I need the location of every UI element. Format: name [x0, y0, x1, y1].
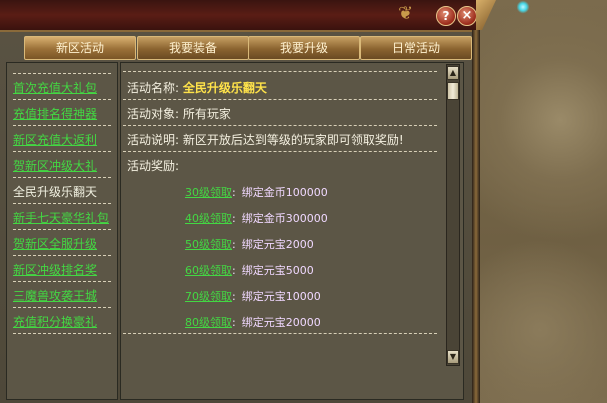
- reward-desc: 绑定元宝10000: [241, 290, 321, 303]
- reward-desc: 绑定金币100000: [241, 186, 328, 199]
- ornament-icon: ❦: [398, 3, 414, 24]
- window-frame-border: [472, 30, 480, 403]
- activity-desc-row: 活动说明: 新区开放后达到等级的玩家即可领取奖励!: [127, 131, 404, 148]
- claim-link[interactable]: 70级领取: [185, 290, 232, 303]
- list-item[interactable]: 新区充值大返利: [13, 129, 113, 151]
- activity-name-label: 活动名称:: [127, 81, 180, 95]
- reward-row: 40级领取: 绑定金币300000: [185, 212, 328, 225]
- list-item[interactable]: 新区冲级排名奖: [13, 259, 113, 281]
- list-item[interactable]: 新手七天豪华礼包: [13, 207, 113, 229]
- scroll-up-button[interactable]: ▲: [447, 66, 459, 80]
- divider: [13, 307, 111, 308]
- claim-link[interactable]: 50级领取: [185, 238, 232, 251]
- help-button[interactable]: ?: [436, 6, 456, 26]
- activity-target-value: 所有玩家: [182, 107, 231, 121]
- divider: [123, 71, 437, 72]
- claim-link[interactable]: 40级领取: [185, 212, 232, 225]
- reward-row: 30级领取: 绑定金币100000: [185, 186, 328, 199]
- divider: [123, 125, 437, 126]
- list-item[interactable]: 首次充值大礼包: [13, 77, 113, 99]
- divider: [13, 73, 111, 74]
- divider: [13, 99, 111, 100]
- reward-desc: 绑定元宝2000: [241, 238, 314, 251]
- reward-row: 70级领取: 绑定元宝10000: [185, 290, 321, 303]
- sparkle-effect: [517, 0, 529, 14]
- activity-window: ❦ ? × 新区活动 我要装备 我要升级 日常活动 首次充值大礼包 充值排名得神…: [0, 0, 496, 403]
- claim-link[interactable]: 80级领取: [185, 316, 232, 329]
- reward-row: 50级领取: 绑定元宝2000: [185, 238, 314, 251]
- tab-get-equipment[interactable]: 我要装备: [137, 36, 249, 60]
- divider: [123, 151, 437, 152]
- activity-desc-value: 新区开放后达到等级的玩家即可领取奖励!: [182, 133, 404, 147]
- close-button[interactable]: ×: [457, 6, 477, 26]
- list-item[interactable]: 贺新区冲级大礼: [13, 155, 113, 177]
- divider: [13, 255, 111, 256]
- divider: [123, 333, 437, 334]
- activity-target-row: 活动对象: 所有玩家: [127, 105, 231, 122]
- scrollbar-track[interactable]: [446, 64, 460, 366]
- scrollbar-thumb[interactable]: [447, 82, 459, 100]
- divider: [123, 99, 437, 100]
- list-item[interactable]: 充值积分换豪礼: [13, 311, 113, 333]
- divider: [13, 151, 111, 152]
- list-item[interactable]: 贺新区全服升级: [13, 233, 113, 255]
- divider: [13, 125, 111, 126]
- reward-desc: 绑定元宝5000: [241, 264, 314, 277]
- list-item[interactable]: 充值排名得神器: [13, 103, 113, 125]
- scroll-down-button[interactable]: ▼: [447, 350, 459, 364]
- list-item-selected[interactable]: 全民升级乐翻天: [13, 181, 113, 203]
- reward-row: 80级领取: 绑定元宝20000: [185, 316, 321, 329]
- activity-reward-label: 活动奖励:: [127, 159, 180, 173]
- activity-detail-panel: 活动名称: 全民升级乐翻天 活动对象: 所有玩家 活动说明: 新区开放后达到等级…: [120, 62, 464, 400]
- divider: [13, 203, 111, 204]
- claim-link[interactable]: 60级领取: [185, 264, 232, 277]
- activity-name-value: 全民升级乐翻天: [182, 81, 267, 95]
- list-item[interactable]: 三魔兽攻袭王城: [13, 285, 113, 307]
- reward-desc: 绑定元宝20000: [241, 316, 321, 329]
- window-titlebar[interactable]: ❦ ? ×: [0, 0, 480, 32]
- reward-row: 60级领取: 绑定元宝5000: [185, 264, 314, 277]
- tab-daily-events[interactable]: 日常活动: [360, 36, 472, 60]
- activity-desc-label: 活动说明:: [127, 133, 180, 147]
- divider: [13, 281, 111, 282]
- activity-name-row: 活动名称: 全民升级乐翻天: [127, 79, 267, 96]
- divider: [13, 333, 111, 334]
- divider: [13, 229, 111, 230]
- claim-link[interactable]: 30级领取: [185, 186, 232, 199]
- activity-list: 首次充值大礼包 充值排名得神器 新区充值大返利 贺新区冲级大礼 全民升级乐翻天 …: [6, 62, 118, 400]
- tab-level-up[interactable]: 我要升级: [248, 36, 360, 60]
- activity-target-label: 活动对象:: [127, 107, 180, 121]
- divider: [13, 177, 111, 178]
- reward-desc: 绑定金币300000: [241, 212, 328, 225]
- tab-new-server-events[interactable]: 新区活动: [24, 36, 136, 60]
